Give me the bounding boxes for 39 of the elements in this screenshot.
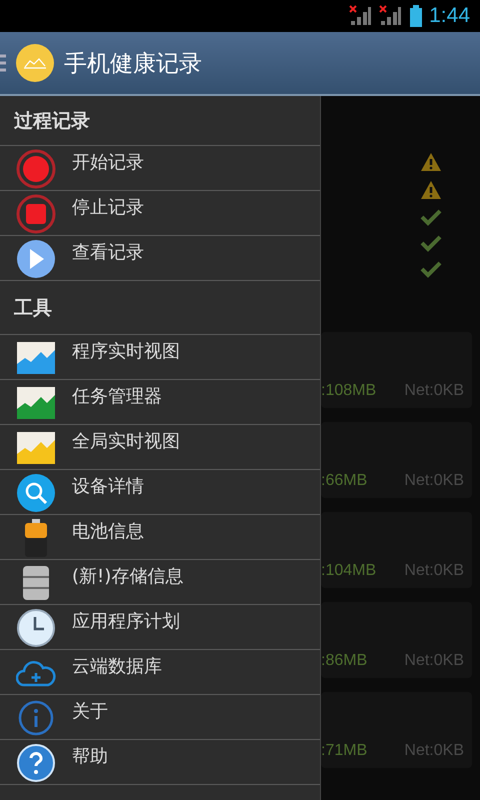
signal-icon: [379, 5, 404, 27]
play-icon: [16, 239, 56, 279]
memory-usage: :86MB: [321, 652, 368, 670]
drawer-item[interactable]: 程序实时视图: [0, 335, 320, 380]
help-icon: [16, 743, 56, 783]
drawer-item[interactable]: 电池信息: [0, 515, 320, 560]
search-icon: [16, 473, 56, 513]
menu-icon[interactable]: [0, 53, 6, 73]
clock-time: 1:44: [429, 4, 470, 28]
drawer-item[interactable]: 云端数据库: [0, 650, 320, 695]
warning-icon: [420, 152, 442, 172]
check-icon: [420, 208, 442, 226]
warning-icon: [420, 180, 442, 200]
memory-usage: :66MB: [321, 472, 368, 490]
drawer-item[interactable]: (新!)存储信息: [0, 560, 320, 605]
app-title: 手机健康记录: [64, 50, 202, 78]
drawer-item[interactable]: 帮助: [0, 740, 320, 785]
section-header: 工具: [14, 296, 52, 320]
drawer-item[interactable]: 设备详情: [0, 470, 320, 515]
drawer-item[interactable]: 停止记录: [0, 191, 320, 236]
record-icon: [16, 149, 56, 189]
stop-icon: [16, 194, 56, 234]
drawer-item[interactable]: 开始记录: [0, 146, 320, 191]
app-logo-icon[interactable]: [16, 44, 54, 82]
drawer-item[interactable]: 查看记录: [0, 236, 320, 281]
drawer-item[interactable]: 应用程序计划: [0, 605, 320, 650]
check-icon: [420, 234, 442, 252]
signal-icon: [349, 5, 374, 27]
battery-icon: [409, 5, 424, 27]
memory-usage: :104MB: [321, 562, 376, 580]
memory-usage: :71MB: [321, 742, 368, 760]
drawer-item[interactable]: 关于: [0, 695, 320, 740]
memory-usage: :108MB: [321, 382, 376, 400]
check-icon: [420, 260, 442, 278]
drawer-item[interactable]: 任务管理器: [0, 380, 320, 425]
drawer-item[interactable]: 全局实时视图: [0, 425, 320, 470]
info-icon: [16, 698, 56, 738]
section-header: 过程记录: [14, 108, 90, 134]
clock-icon: [16, 608, 56, 648]
